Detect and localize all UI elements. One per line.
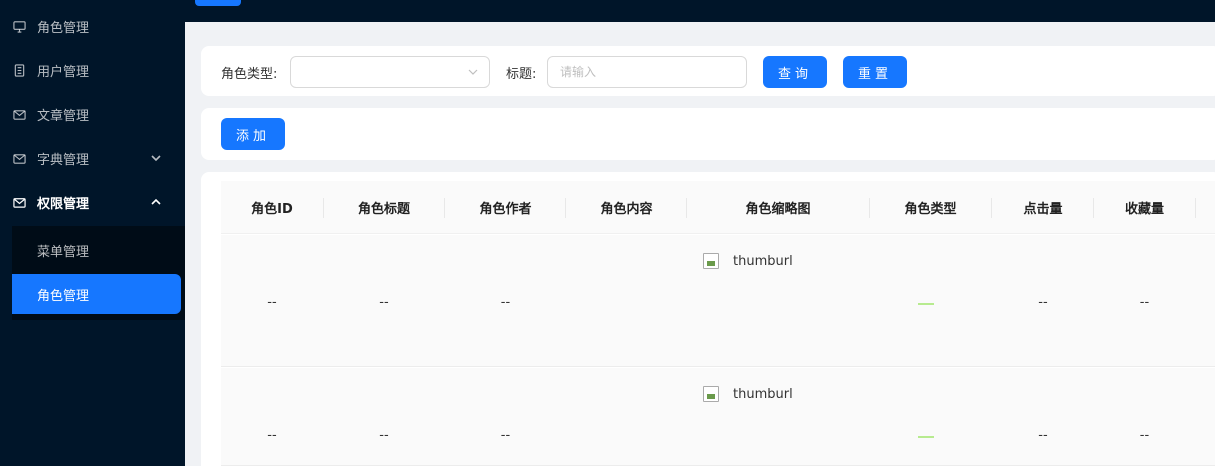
cell-role-id: -- [267, 428, 277, 443]
search-panel: 角色类型: 标题: 请输入 查询 重置 [201, 46, 1215, 96]
table-header: 角色ID 角色标题 角色作者 角色内容 角色缩略图 角色类型 点击量 收藏量 [221, 181, 1215, 234]
column-header: 收藏量 [1124, 202, 1164, 217]
sidebar-item-label: 用户管理 [37, 64, 90, 80]
sidebar-subitem-label: 菜单管理 [37, 244, 90, 260]
table-row[interactable]: -- -- -- thumburl -- -- [221, 368, 1215, 466]
mail-icon [12, 107, 26, 121]
column-divider [1195, 198, 1196, 218]
monitor-icon [12, 19, 26, 33]
broken-image-icon [703, 253, 719, 269]
table-row[interactable]: -- -- -- thumburl -- -- [221, 235, 1215, 367]
action-bar: 添加 [201, 108, 1215, 160]
broken-image-icon [703, 386, 719, 402]
header-tab-button[interactable] [195, 0, 241, 6]
add-button[interactable]: 添加 [221, 118, 285, 150]
reset-button[interactable]: 重置 [843, 56, 907, 88]
sidebar-item-label: 文章管理 [37, 108, 90, 124]
chevron-up-icon [151, 198, 161, 205]
cell-role-author: -- [500, 295, 511, 310]
cell-thumbnail: thumburl [703, 386, 793, 402]
thumbnail-alt-text: thumburl [733, 253, 793, 269]
sidebar-item-role-management[interactable]: 角色管理 [12, 6, 182, 46]
sidebar-item-user-management[interactable]: 用户管理 [12, 50, 182, 90]
book-icon [12, 63, 26, 77]
mail-icon [12, 195, 26, 209]
cell-role-title: -- [379, 428, 389, 443]
sidebar-subitem-role-management[interactable]: 角色管理 [12, 274, 181, 314]
column-header: 角色标题 [357, 202, 410, 217]
cell-thumbnail: thumburl [703, 253, 793, 269]
column-header: 角色缩略图 [745, 202, 811, 217]
sidebar: 角色管理 用户管理 文章管理 字典管理 权限管理 菜单管理 角色管理 [0, 0, 185, 466]
column-header: 角色作者 [479, 202, 532, 217]
column-header: 点击量 [1023, 202, 1063, 217]
title-input[interactable]: 请输入 [547, 56, 747, 88]
sidebar-item-permission-management[interactable]: 权限管理 [12, 182, 182, 222]
cell-role-id: -- [267, 295, 277, 310]
cell-clicks: -- [1038, 428, 1048, 443]
sidebar-item-dictionary-management[interactable]: 字典管理 [12, 138, 182, 178]
sidebar-subitem-label: 角色管理 [37, 288, 90, 304]
column-header: 角色ID [251, 202, 293, 217]
sidebar-item-article-management[interactable]: 文章管理 [12, 94, 182, 134]
sidebar-item-label: 字典管理 [37, 152, 90, 168]
thumbnail-alt-text: thumburl [733, 386, 793, 402]
chevron-down-icon [151, 155, 161, 162]
cell-favorites: -- [1139, 295, 1150, 310]
column-header: 角色类型 [904, 202, 957, 217]
header [185, 0, 1215, 22]
sidebar-subitem-menu-management[interactable]: 菜单管理 [12, 230, 181, 270]
chevron-down-icon [468, 69, 478, 75]
cell-role-title: -- [379, 295, 389, 310]
cell-favorites: -- [1139, 428, 1150, 443]
mail-icon [12, 151, 26, 165]
role-type-tag [918, 303, 934, 305]
title-label: 标题: [506, 67, 537, 82]
sidebar-item-label: 角色管理 [37, 20, 90, 36]
sidebar-item-label: 权限管理 [37, 196, 90, 212]
column-header: 角色内容 [600, 202, 653, 217]
role-type-label: 角色类型: [221, 67, 278, 82]
role-type-select[interactable] [290, 56, 490, 88]
role-type-tag [918, 436, 934, 438]
cell-clicks: -- [1038, 295, 1048, 310]
cell-role-author: -- [500, 428, 511, 443]
query-button[interactable]: 查询 [763, 56, 827, 88]
